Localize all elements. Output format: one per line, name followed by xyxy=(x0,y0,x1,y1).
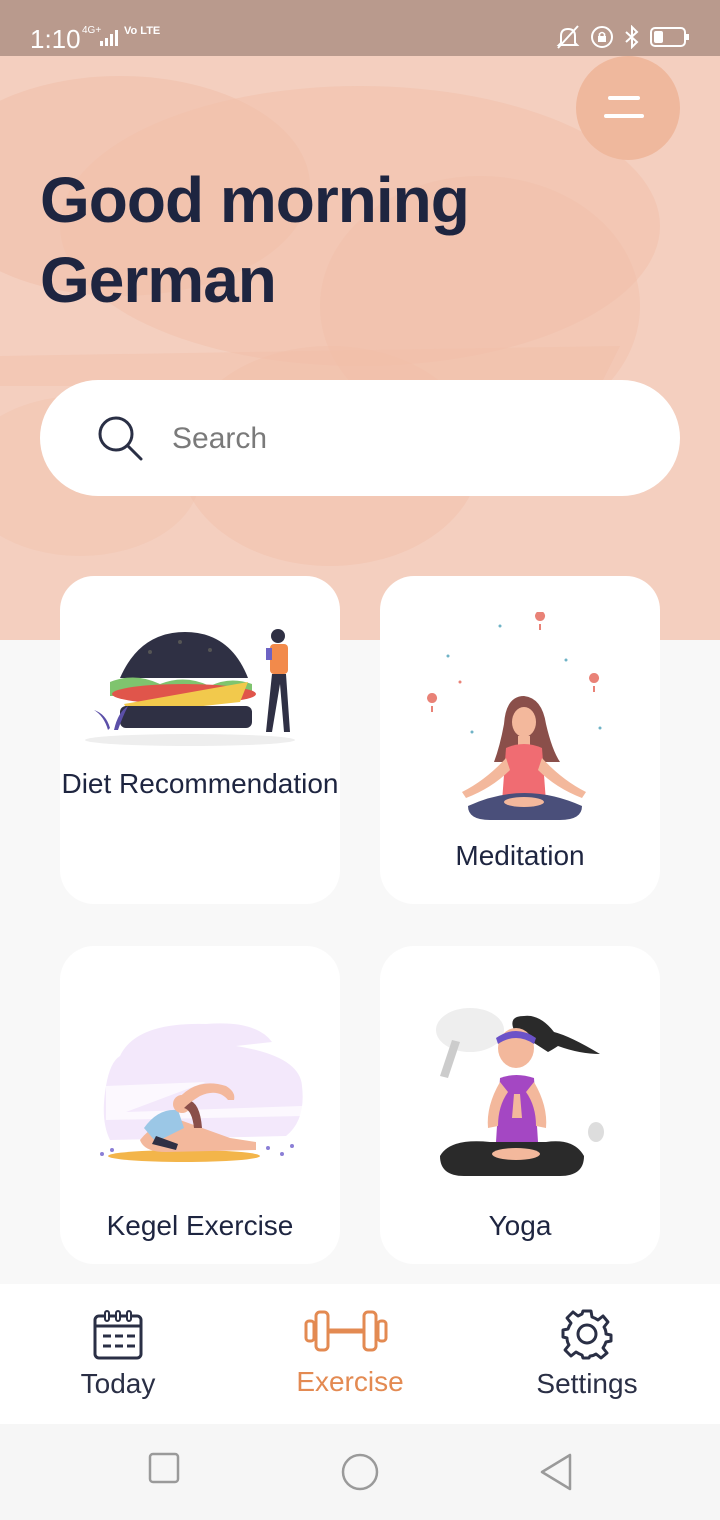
burger-person-illustration xyxy=(85,629,295,746)
dumbbell-icon xyxy=(304,1310,388,1352)
nav-exercise-label: Exercise xyxy=(296,1366,404,1397)
nav-today-label: Today xyxy=(80,1368,156,1399)
recent-apps-icon[interactable] xyxy=(148,1452,180,1484)
back-icon[interactable] xyxy=(538,1452,574,1492)
gear-icon xyxy=(561,1309,613,1360)
calendar-icon xyxy=(93,1310,143,1360)
greeting-heading: Good morning German xyxy=(40,160,560,320)
yoga-illustration xyxy=(436,1008,604,1176)
network-type: 4G+ xyxy=(82,25,102,36)
card-kegel-exercise[interactable]: Kegel Exercise xyxy=(60,946,340,1264)
card-label: Yoga xyxy=(488,1210,552,1241)
card-diet-recommendation[interactable]: Diet Recommendation xyxy=(60,576,340,904)
nav-settings[interactable]: Settings xyxy=(528,1284,646,1424)
greeting-line-1: Good morning xyxy=(40,164,470,236)
card-label: Diet Recommendation xyxy=(61,768,339,799)
menu-icon xyxy=(608,96,640,100)
menu-button[interactable] xyxy=(576,56,680,160)
card-label: Kegel Exercise xyxy=(106,1210,294,1241)
bottom-navigation: Today Exercise Settings xyxy=(0,1284,720,1424)
home-icon[interactable] xyxy=(340,1452,380,1492)
search-input[interactable] xyxy=(172,414,632,464)
lock-rotation-icon xyxy=(591,26,613,48)
status-time: 1:10 xyxy=(30,24,81,54)
signal-icon xyxy=(100,30,118,46)
volte-indicator: Vo LTE xyxy=(124,25,161,37)
status-bar: 1:10 4G+ Vo LTE xyxy=(0,0,720,56)
card-yoga[interactable]: Yoga xyxy=(380,946,660,1264)
mute-notifications-icon xyxy=(556,25,580,49)
nav-settings-label: Settings xyxy=(536,1368,638,1399)
card-meditation[interactable]: Meditation xyxy=(380,576,660,904)
system-navigation-bar xyxy=(0,1424,720,1520)
stretching-illustration xyxy=(100,1023,303,1162)
nav-exercise[interactable]: Exercise xyxy=(280,1284,420,1424)
meditation-illustration xyxy=(427,612,602,820)
greeting-line-2: German xyxy=(40,244,277,316)
bluetooth-icon xyxy=(625,25,639,49)
battery-icon xyxy=(650,27,689,47)
card-label: Meditation xyxy=(455,840,585,871)
nav-today[interactable]: Today xyxy=(60,1284,176,1424)
search-icon[interactable] xyxy=(96,414,146,464)
